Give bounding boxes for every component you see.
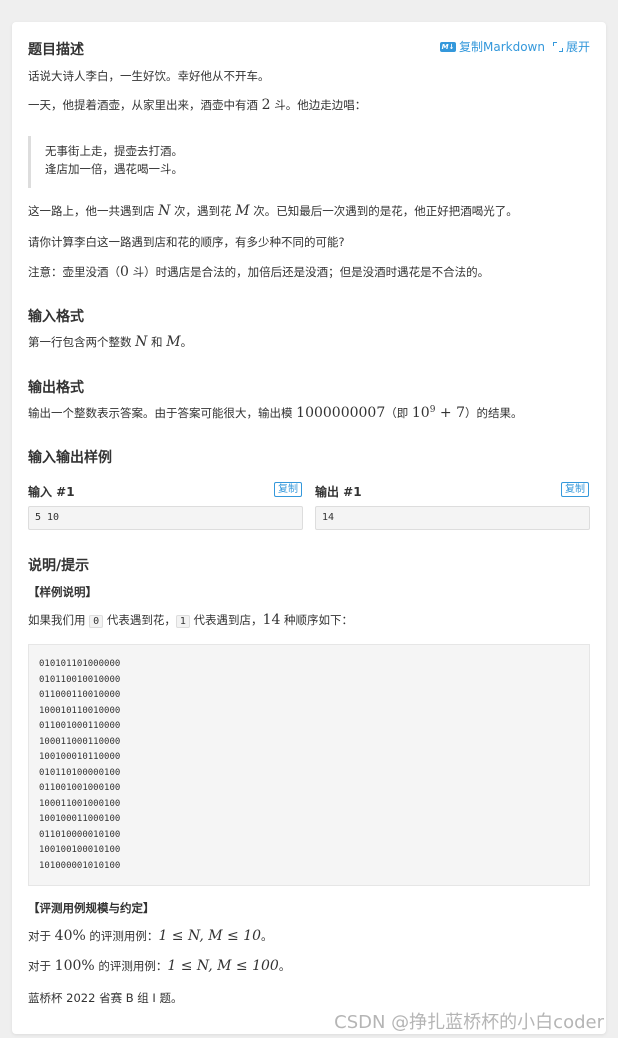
scale-line-100: 对于 100% 的评测用例：1 ≤ N, M ≤ 100。 — [28, 958, 291, 974]
copy-markdown-button[interactable]: M↓ 复制Markdown — [440, 38, 545, 55]
copy-input-button[interactable]: 复制 — [274, 482, 302, 497]
sequence-line: 100011001000100 — [39, 798, 121, 809]
sequence-line: 100100011000100 — [39, 814, 121, 824]
sequence-line: 100010110010000 — [39, 705, 121, 716]
header-actions: M↓ 复制Markdown 展开 — [440, 38, 590, 55]
sequence-code-block: 010101101000000 010110010010000 01100011… — [28, 644, 590, 886]
sequence-line: 011000110010000 — [39, 690, 121, 700]
description-paragraph: 一天，他提着酒壶，从家里出来，酒壶中有酒 2 斗。他边走边唱： — [28, 97, 367, 113]
sample-input-box[interactable]: 5 10 — [28, 506, 303, 530]
sample-explain-heading: 【样例说明】 — [28, 585, 97, 599]
section-title-hint: 说明/提示 — [28, 558, 90, 574]
description-note: 注意：壶里没酒（0 斗）时遇店是合法的，加倍后还是没酒；但是没酒时遇花是不合法的… — [28, 264, 490, 280]
sequence-line: 011001000110000 — [39, 721, 121, 731]
expand-button[interactable]: 展开 — [552, 38, 590, 55]
sample-output-label: 输出 #1 — [315, 485, 362, 499]
csdn-watermark: CSDN @挣扎蓝桥杯的小白coder — [334, 1012, 604, 1033]
poem-quote: 无事街上走，提壶去打酒。 逢店加一倍，遇花喝一斗。 — [28, 136, 328, 188]
quote-line: 无事街上走，提壶去打酒。 — [45, 144, 183, 158]
sequence-line: 011001001000100 — [39, 783, 121, 793]
sequence-line: 100100100010100 — [39, 845, 121, 855]
sequence-line: 010101101000000 — [39, 659, 121, 669]
copy-output-button[interactable]: 复制 — [561, 482, 589, 497]
markdown-icon: M↓ — [440, 41, 456, 52]
sequence-line: 101000001010100 — [39, 860, 121, 871]
sample-output-box[interactable]: 14 — [315, 506, 590, 530]
section-title-description: 题目描述 — [28, 42, 84, 58]
scale-heading: 【评测用例规模与约定】 — [28, 901, 155, 915]
sequence-line: 100100010110000 — [39, 752, 121, 762]
description-paragraph: 请你计算李白这一路遇到店和花的顺序，有多少种不同的可能? — [28, 235, 345, 249]
problem-card: 题目描述 M↓ 复制Markdown 展开 话说大诗人李白，一生好饮。幸好他从不… — [12, 22, 606, 1034]
problem-source: 蓝桥杯 2022 省赛 B 组 I 题。 — [28, 991, 183, 1005]
sample-explain-text: 如果我们用 0 代表遇到花， 1 代表遇到店，14 种顺序如下： — [28, 612, 354, 628]
section-title-input-format: 输入格式 — [28, 309, 84, 325]
description-paragraph: 这一路上，他一共遇到店 N 次，遇到花 M 次。已知最后一次遇到的是花，他正好把… — [28, 203, 518, 219]
expand-icon — [552, 41, 563, 52]
section-title-output-format: 输出格式 — [28, 380, 84, 396]
output-format-text: 输出一个整数表示答案。由于答案可能很大，输出模 1000000007（即 109… — [28, 405, 523, 421]
sample-input-label: 输入 #1 — [28, 485, 75, 499]
quote-line: 逢店加一倍，遇花喝一斗。 — [45, 162, 183, 176]
section-title-samples: 输入输出样例 — [28, 450, 112, 466]
sequence-line: 010110100000100 — [39, 767, 121, 778]
sequence-line: 010110010010000 — [39, 674, 121, 685]
description-paragraph: 话说大诗人李白，一生好饮。幸好他从不开车。 — [28, 69, 270, 83]
sequence-line: 100011000110000 — [39, 736, 121, 747]
input-format-text: 第一行包含两个整数 N 和 M。 — [28, 334, 193, 350]
sequence-line: 011010000010100 — [39, 829, 121, 840]
scale-line-40: 对于 40% 的评测用例：1 ≤ N, M ≤ 10。 — [28, 928, 273, 944]
